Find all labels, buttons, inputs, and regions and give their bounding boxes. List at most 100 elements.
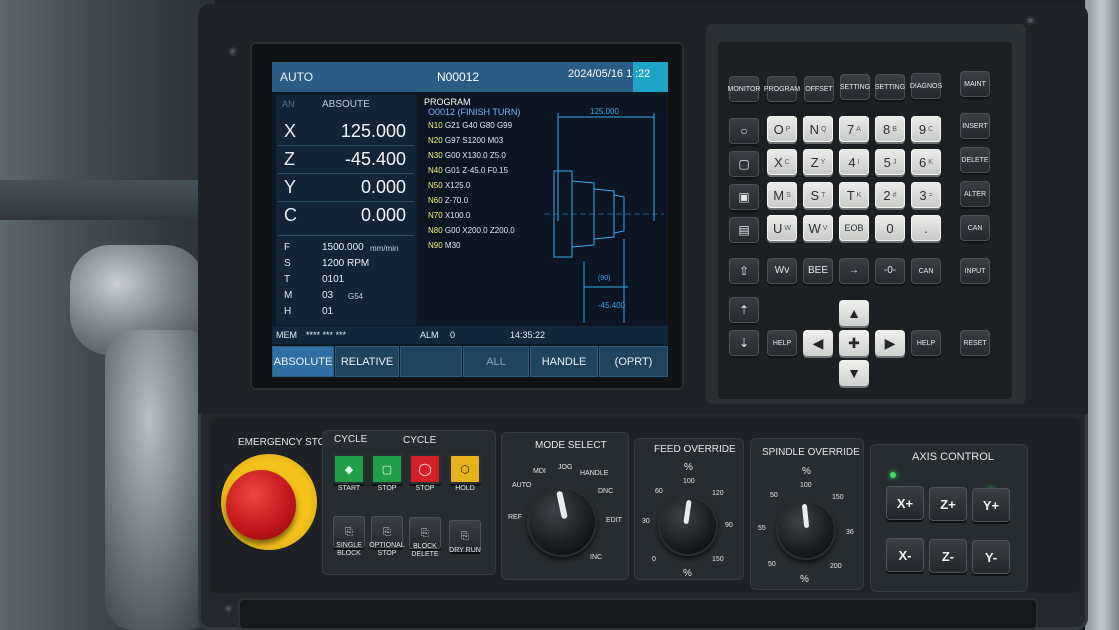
h-code-value: 01 xyxy=(322,306,334,317)
axis-z-plus-button[interactable]: Z+ xyxy=(929,487,967,521)
key-2[interactable]: 2 # xyxy=(875,182,905,208)
key-8[interactable]: 8B xyxy=(875,116,905,142)
softkey-handle[interactable]: HANDLE xyxy=(530,346,598,377)
program-title: O0012 (FINISH TURN) xyxy=(428,107,521,117)
dimension-label: 125.000 xyxy=(590,107,619,116)
arrow-up-icon[interactable]: ▲ xyxy=(839,300,869,326)
softkey-relative[interactable]: RELATIVE xyxy=(335,346,399,377)
input-key[interactable]: INPUT xyxy=(960,258,990,284)
softkey-bar: ABSOLUTE RELATIVE ALL HANDLE (OPRT) xyxy=(272,345,668,378)
mode-position-label: EDIT xyxy=(606,517,622,524)
softkey-blank[interactable] xyxy=(400,346,462,377)
key-u[interactable]: UW xyxy=(767,215,797,241)
graph-key-icon[interactable]: ▤ xyxy=(729,217,759,243)
page-key-icon[interactable]: ▢ xyxy=(729,151,759,177)
axis-y-minus-button[interactable]: Y- xyxy=(972,540,1010,574)
key-7[interactable]: 7A xyxy=(839,116,869,142)
key-6[interactable]: 6K xyxy=(911,149,941,175)
divider xyxy=(278,235,414,236)
axis-x-minus-button[interactable]: X- xyxy=(886,538,924,572)
feed-override-dial[interactable] xyxy=(658,496,718,556)
arrow-key[interactable]: → xyxy=(839,258,869,284)
softkey-operation[interactable]: (OPRT) xyxy=(599,346,668,377)
insert-key[interactable]: INSERT xyxy=(960,113,990,139)
key-x[interactable]: XC xyxy=(767,149,797,175)
key-o[interactable]: OP xyxy=(767,116,797,142)
key-4[interactable]: 4I xyxy=(839,149,869,175)
key-w[interactable]: WV xyxy=(803,215,833,241)
help-key-left[interactable]: HELP xyxy=(767,330,797,356)
can-key-2[interactable]: CAN xyxy=(911,258,941,284)
key-0[interactable]: 0 xyxy=(875,215,905,241)
reset-key[interactable]: RESET xyxy=(960,330,990,356)
axis-value-x: 125.000 xyxy=(340,121,406,141)
key-decimal[interactable]: . xyxy=(911,215,941,241)
program-line[interactable]: N60 Z-70.0 xyxy=(428,196,468,205)
stop-button[interactable]: ◯ xyxy=(409,454,441,484)
center-key-icon[interactable]: ✚ xyxy=(839,330,869,356)
key-9[interactable]: 9C xyxy=(911,116,941,142)
alter-key[interactable]: ALTER xyxy=(960,181,990,207)
axis-z-minus-button[interactable]: Z- xyxy=(929,539,967,573)
offset-key[interactable]: OFFSET xyxy=(804,76,834,102)
axis-value-y: 0.000 xyxy=(360,177,406,197)
minus-zero-key[interactable]: -0- xyxy=(875,258,905,284)
machine-frame-right xyxy=(1085,0,1119,630)
maint-key[interactable]: MAINT xyxy=(960,71,990,97)
program-line[interactable]: N10 G21 G40 G80 G99 xyxy=(428,121,512,130)
key-eob[interactable]: EOB xyxy=(839,215,869,241)
emergency-stop-button[interactable] xyxy=(226,470,296,540)
program-line[interactable]: N20 G97 S1200 M03 xyxy=(428,136,503,145)
help-key-right[interactable]: HELP xyxy=(911,330,941,356)
shift-key-icon[interactable]: ▣ xyxy=(729,184,759,210)
program-line[interactable]: N40 G01 Z-45.0 F0.15 xyxy=(428,166,508,175)
spindle-tick: 36 xyxy=(846,529,854,536)
softkey-all[interactable]: ALL xyxy=(463,346,529,377)
program-line[interactable]: N90 M30 xyxy=(428,241,460,250)
diagnos-key[interactable]: DIAGNOS xyxy=(910,73,942,99)
axis-label-y: Y xyxy=(284,177,297,197)
delete-key[interactable]: DELETE xyxy=(960,147,990,173)
program-line[interactable]: N80 G00 X200.0 Z200.0 xyxy=(428,226,515,235)
axis-x-plus-button[interactable]: X+ xyxy=(886,486,924,520)
key-n[interactable]: NQ xyxy=(803,116,833,142)
can-key[interactable]: CAN xyxy=(960,215,990,241)
arrow-right-icon[interactable]: ▶ xyxy=(875,330,905,356)
arrow-left-icon[interactable]: ◀ xyxy=(803,330,833,356)
key-5[interactable]: 5J xyxy=(875,149,905,175)
key-z[interactable]: ZY xyxy=(803,149,833,175)
cursor-key-icon[interactable]: ○ xyxy=(729,118,759,144)
key-s[interactable]: ST xyxy=(803,182,833,208)
feed-tick: 100 xyxy=(683,478,695,485)
mode-position-label: AUTO xyxy=(512,482,532,489)
bee-key[interactable]: BEE xyxy=(803,258,833,284)
time-highlight: :22 xyxy=(633,62,668,92)
program-line[interactable]: N70 X100.0 xyxy=(428,211,470,220)
program-line[interactable]: N30 G00 X130.0 Z5.0 xyxy=(428,151,506,160)
mode-select-dial[interactable] xyxy=(527,487,597,557)
program-panel-title: PROGRAM xyxy=(424,97,471,107)
axis-y-plus-button[interactable]: Y+ xyxy=(972,488,1010,522)
feed-tick: 0 xyxy=(652,556,656,563)
key-3[interactable]: 3 = xyxy=(911,182,941,208)
spindle-percent-symbol-bottom: % xyxy=(800,574,809,585)
page-up-icon[interactable]: ⇡ xyxy=(729,297,759,323)
program-key[interactable]: PROGRAM xyxy=(764,76,800,102)
cycle-stop-label: STOP xyxy=(377,485,397,492)
shift-icon[interactable]: ⇧ xyxy=(729,258,759,284)
wv-key[interactable]: Wv xyxy=(767,258,797,284)
key-m[interactable]: MS xyxy=(767,182,797,208)
arrow-down-icon[interactable]: ▼ xyxy=(839,360,869,386)
program-line[interactable]: N50 X125.0 xyxy=(428,181,470,190)
feed-hold-button[interactable]: ⬡ xyxy=(449,454,481,484)
page-down-icon[interactable]: ⇣ xyxy=(729,330,759,356)
key-t[interactable]: TK xyxy=(839,182,869,208)
monitor-key[interactable]: MONITOR xyxy=(728,76,760,102)
setting-key-2[interactable]: SETTING xyxy=(875,74,905,100)
setting-key[interactable]: SETTING xyxy=(840,74,870,100)
cycle-stop-button[interactable]: ▢ xyxy=(371,454,403,484)
screen-header: AUTO N00012 2024/05/16 14:35 :22 xyxy=(272,62,668,92)
cycle-start-button[interactable]: ◆ xyxy=(333,454,365,484)
softkey-absolute[interactable]: ABSOLUTE xyxy=(272,346,334,377)
spindle-override-dial[interactable] xyxy=(776,500,836,560)
